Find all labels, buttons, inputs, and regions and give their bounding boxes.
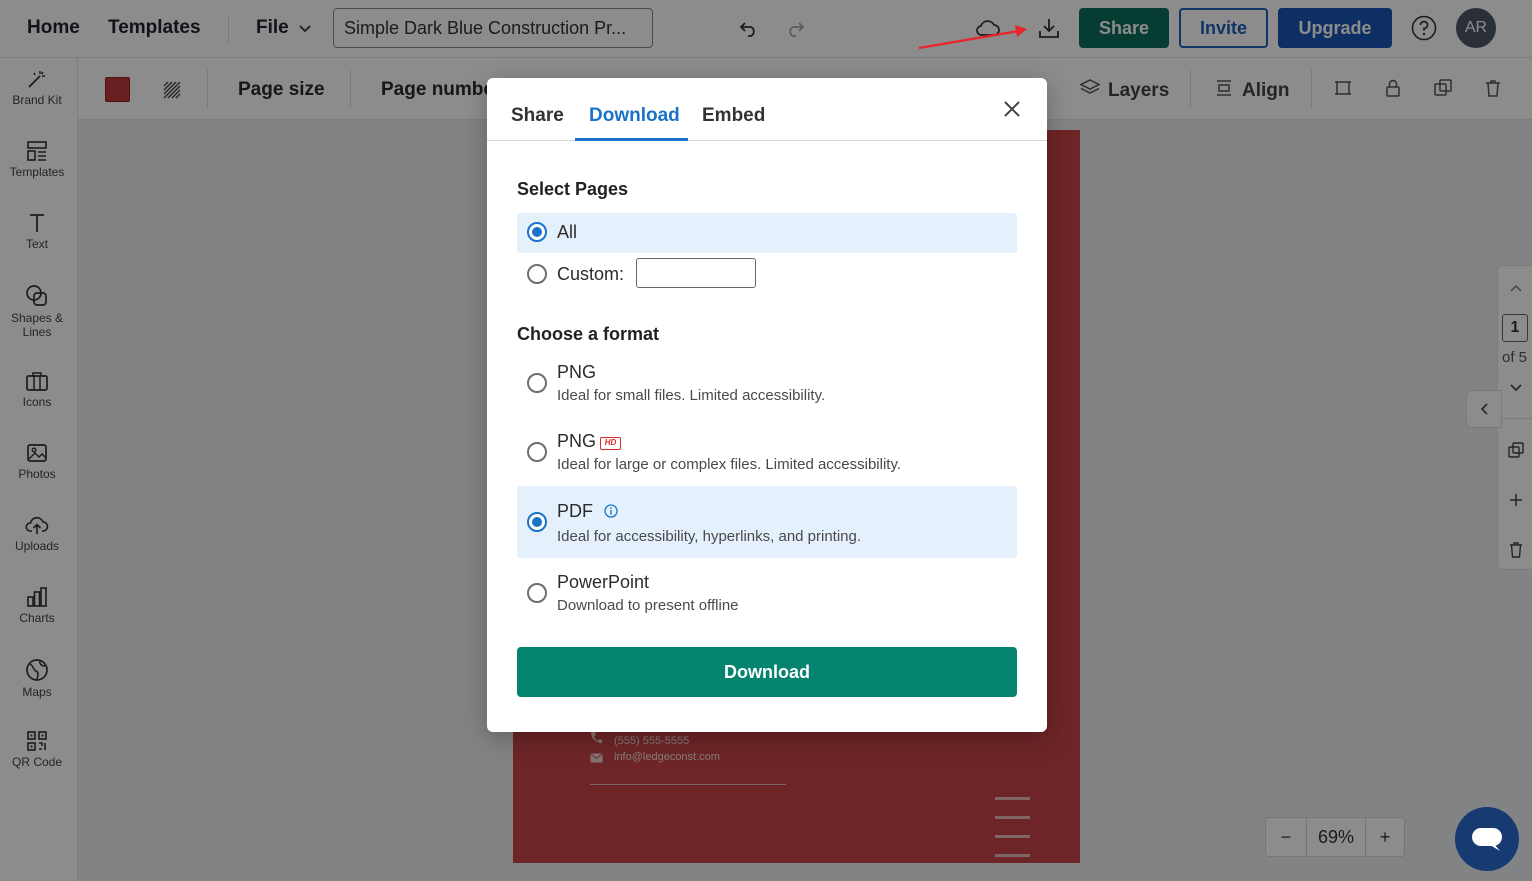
radio-powerpoint[interactable] [527, 583, 547, 603]
download-button[interactable]: Download [517, 647, 1017, 697]
format-label: PNG [557, 362, 597, 382]
choose-format-title: Choose a format [517, 324, 660, 344]
annotation-arrow-icon [918, 25, 1027, 50]
share-download-modal: Share Download Embed Select Pages All Cu… [487, 78, 1047, 732]
chat-support-button[interactable] [1455, 807, 1519, 871]
format-option-png-hd[interactable]: PNG HD Ideal for large or complex files. … [517, 421, 1017, 483]
page-option-custom-label: Custom: [557, 264, 625, 284]
select-pages-title: Select Pages [517, 179, 629, 199]
hd-badge: HD [600, 437, 622, 450]
radio-custom[interactable] [527, 264, 547, 284]
modal-tabs: Share Download Embed [487, 78, 1047, 141]
radio-png-hd[interactable] [527, 442, 547, 462]
page-option-all[interactable]: All [517, 213, 1017, 253]
format-description: Ideal for accessibility, hyperlinks, and… [557, 528, 862, 545]
radio-all[interactable] [527, 222, 547, 242]
page-option-all-label: All [557, 222, 578, 242]
format-description: Download to present offline [557, 597, 739, 614]
format-option-powerpoint[interactable]: PowerPoint Download to present offline [517, 562, 1017, 624]
info-icon[interactable] [604, 504, 618, 518]
format-label-wrap: PNG HD [557, 431, 622, 452]
radio-pdf[interactable] [527, 512, 547, 532]
format-option-pdf[interactable]: PDF Ideal for accessibility, hyperlinks,… [517, 486, 1017, 558]
tab-embed[interactable]: Embed [702, 105, 765, 127]
format-label: PNG [557, 431, 597, 451]
radio-png[interactable] [527, 373, 547, 393]
tab-share[interactable]: Share [511, 105, 564, 127]
close-icon[interactable] [1000, 97, 1024, 121]
format-label: PDF [557, 501, 593, 521]
format-description: Ideal for small files. Limited accessibi… [557, 387, 826, 404]
format-option-png[interactable]: PNG Ideal for small files. Limited acces… [517, 352, 1017, 414]
active-tab-indicator [575, 138, 688, 141]
format-label: PowerPoint [557, 572, 650, 592]
format-description: Ideal for large or complex files. Limite… [557, 456, 902, 473]
format-label-wrap: PDF [557, 501, 618, 522]
tab-download[interactable]: Download [589, 105, 680, 127]
chat-bubble-icon [1472, 828, 1502, 851]
page-option-custom[interactable]: Custom: [517, 255, 1017, 295]
custom-pages-input[interactable] [636, 258, 756, 288]
